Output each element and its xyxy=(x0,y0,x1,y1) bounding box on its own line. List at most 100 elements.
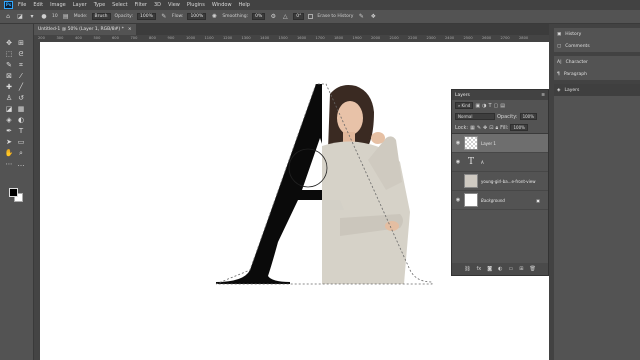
frame-tool-icon[interactable]: ⊠ xyxy=(4,71,14,81)
gear-icon[interactable]: ⚙ xyxy=(269,13,277,21)
filter-smart-icon[interactable]: ▤ xyxy=(500,103,505,109)
layer-row-photo[interactable]: young-girl-ba...e-front-view xyxy=(452,172,548,191)
layer-name[interactable]: A xyxy=(481,160,484,165)
eraser-tool-icon[interactable]: ◪ xyxy=(16,13,24,21)
ruler-tick-label: 1200 xyxy=(223,36,233,40)
add-mask-icon[interactable]: ◙ xyxy=(487,266,492,272)
menu-window[interactable]: Window xyxy=(210,2,234,8)
filter-pixel-icon[interactable]: ▣ xyxy=(475,103,480,109)
lasso-tool-icon[interactable]: ᘓ xyxy=(16,49,26,59)
menu-3d[interactable]: 3D xyxy=(152,2,163,8)
airbrush-icon[interactable]: ✺ xyxy=(210,13,218,21)
path-selection-tool-icon[interactable]: ➤ xyxy=(4,137,14,147)
crop-tool-icon[interactable]: ⌗ xyxy=(16,60,26,70)
eye-icon[interactable]: ◉ xyxy=(455,197,461,203)
link-layers-icon[interactable]: ⛓ xyxy=(464,266,470,272)
lock-all-icon[interactable]: 🔒︎ xyxy=(495,125,498,131)
filter-kind-select[interactable]: ⌕ Kind xyxy=(455,102,474,109)
layer-row-text-a[interactable]: ◉ T A xyxy=(452,153,548,172)
lock-brush-icon[interactable]: ✎ xyxy=(477,125,481,131)
menu-plugins[interactable]: Plugins xyxy=(185,2,207,8)
layer-row-layer-1[interactable]: ◉ Layer 1 xyxy=(452,134,548,153)
new-layer-icon[interactable]: ⊞ xyxy=(519,266,523,272)
eye-icon[interactable]: ◉ xyxy=(455,140,461,146)
zoom-tool-icon[interactable]: ⌕ xyxy=(16,148,26,158)
panel-character[interactable]: A| Character xyxy=(554,56,640,68)
eyedropper-tool-icon[interactable]: ⁄ xyxy=(16,71,26,81)
menu-filter[interactable]: Filter xyxy=(133,2,149,8)
lock-transparent-icon[interactable]: ▦ xyxy=(470,125,475,131)
marquee-tool-icon[interactable]: ⬚ xyxy=(4,49,14,59)
rectangle-tool-icon[interactable]: ▭ xyxy=(16,137,26,147)
brush-settings-icon[interactable]: ▤ xyxy=(62,13,70,21)
menu-view[interactable]: View xyxy=(166,2,182,8)
document-tab[interactable]: Untitled-1 @ 50% (Layer 1, RGB/8#) * × xyxy=(34,24,136,35)
panel-comments[interactable]: ▢ Comments xyxy=(554,40,640,52)
layer-name[interactable]: young-girl-ba...e-front-view xyxy=(481,179,536,184)
brush-tool-icon[interactable]: ╱ xyxy=(16,82,26,92)
erase-history-checkbox[interactable] xyxy=(308,14,314,19)
panel-menu-icon[interactable]: ≡ xyxy=(541,93,545,98)
layer-name[interactable]: Layer 1 xyxy=(481,141,496,146)
panel-paragraph[interactable]: ¶ Paragraph xyxy=(554,68,640,80)
clone-stamp-tool-icon[interactable]: ♙ xyxy=(4,93,14,103)
pressure-size-icon[interactable]: ✎ xyxy=(357,13,365,21)
filter-shape-icon[interactable]: ▢ xyxy=(494,103,499,109)
layer-row-background[interactable]: ◉ Background ▣ xyxy=(452,191,548,210)
chevron-down-icon[interactable]: ▾ xyxy=(28,13,36,21)
filter-type-icon[interactable]: T xyxy=(488,103,491,109)
pen-tool-icon[interactable]: ✒ xyxy=(4,126,14,136)
blur-tool-icon[interactable]: ◈ xyxy=(4,115,14,125)
healing-brush-tool-icon[interactable]: ✚ xyxy=(4,82,14,92)
panel-history[interactable]: ▣ History xyxy=(554,28,640,40)
filter-adjustment-icon[interactable]: ◑ xyxy=(482,103,486,109)
lock-artboard-icon[interactable]: ⊡ xyxy=(489,125,493,131)
home-icon[interactable]: ⌂ xyxy=(4,13,12,21)
menu-file[interactable]: File xyxy=(16,2,28,8)
panel-layers[interactable]: ◈ Layers xyxy=(554,84,640,96)
ruler-tick-label: 2100 xyxy=(389,36,399,40)
type-tool-icon[interactable]: T xyxy=(16,126,26,136)
mode-select[interactable]: Brush xyxy=(91,13,111,20)
menu-image[interactable]: Image xyxy=(48,2,68,8)
history-brush-tool-icon[interactable]: ↺ xyxy=(16,93,26,103)
menu-edit[interactable]: Edit xyxy=(31,2,45,8)
eye-icon[interactable]: ◉ xyxy=(455,159,461,165)
menu-select[interactable]: Select xyxy=(110,2,129,8)
opacity-input[interactable]: 100% xyxy=(137,13,156,20)
brush-preset-icon[interactable]: ● xyxy=(40,13,48,21)
angle-input[interactable]: 0° xyxy=(293,13,305,20)
close-icon[interactable]: × xyxy=(128,27,132,32)
symmetry-icon[interactable]: ❖ xyxy=(369,13,377,21)
smoothing-input[interactable]: 0% xyxy=(252,13,266,20)
trash-icon[interactable]: 🗑︎ xyxy=(529,266,535,272)
layer-name[interactable]: Background xyxy=(481,198,505,203)
more-tools-icon[interactable]: ⋯ xyxy=(4,159,14,169)
horizontal-ruler[interactable]: 200 300 400 500 600 700 800 900 1000 1100 1200 1300… xyxy=(34,35,549,42)
quick-select-tool-icon[interactable]: ✎ xyxy=(4,60,14,70)
eraser-tool-icon[interactable]: ◪ xyxy=(4,104,14,114)
dodge-tool-icon[interactable]: ◐ xyxy=(16,115,26,125)
move-tool-icon[interactable]: ✥ xyxy=(4,38,14,48)
adjustment-layer-icon[interactable]: ◐ xyxy=(498,266,502,272)
pressure-opacity-icon[interactable]: ✎ xyxy=(160,13,168,21)
fx-icon[interactable]: fx xyxy=(477,266,482,272)
hand-tool-icon[interactable]: ✋ xyxy=(4,148,14,158)
menu-help[interactable]: Help xyxy=(237,2,252,8)
lock-move-icon[interactable]: ✥ xyxy=(483,125,487,131)
eye-hidden-icon[interactable] xyxy=(455,178,461,184)
gradient-tool-icon[interactable]: ▦ xyxy=(16,104,26,114)
blend-mode-select[interactable]: Normal xyxy=(455,113,495,120)
angle-icon[interactable]: △ xyxy=(281,13,289,21)
fill-input[interactable]: 100% xyxy=(510,124,528,131)
ruler-tick-label: 1000 xyxy=(186,36,196,40)
menu-layer[interactable]: Layer xyxy=(71,2,89,8)
edit-toolbar-icon[interactable]: … xyxy=(16,159,26,169)
panel-label: Layers xyxy=(564,87,580,93)
layer-opacity-input[interactable]: 100% xyxy=(519,113,537,120)
foreground-color-swatch[interactable] xyxy=(9,188,18,197)
artboard-tool-icon[interactable]: ⊞ xyxy=(16,38,26,48)
menu-type[interactable]: Type xyxy=(92,2,107,8)
new-group-icon[interactable]: ▭ xyxy=(509,266,514,272)
flow-input[interactable]: 100% xyxy=(187,13,207,20)
